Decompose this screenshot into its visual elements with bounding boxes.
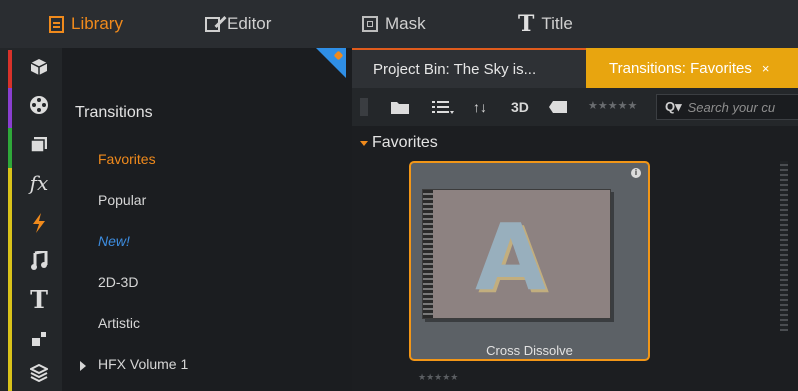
search-input[interactable]: Q▾ Search your cu: [656, 94, 798, 120]
sort-icon: ↑↓: [473, 99, 487, 115]
toolbar-grip[interactable]: [360, 98, 368, 116]
tag-button[interactable]: [549, 96, 567, 118]
category-new[interactable]: New!: [98, 233, 130, 249]
library-tab[interactable]: Library: [49, 0, 123, 48]
close-icon[interactable]: ×: [762, 61, 770, 76]
rail-stripe-yellow: [8, 168, 12, 391]
editor-tab[interactable]: Editor: [205, 0, 271, 48]
music-icon[interactable]: [28, 250, 50, 272]
montage-icon[interactable]: [28, 328, 50, 350]
title-tab[interactable]: T Title: [518, 0, 573, 48]
search-placeholder: Search your cu: [687, 99, 776, 115]
category-2d-3d[interactable]: 2D-3D: [98, 274, 138, 290]
package-icon[interactable]: [28, 56, 50, 78]
card-rating-stars[interactable]: ★★★★★: [418, 372, 458, 383]
title-tab-label: Title: [541, 14, 573, 33]
3d-filter-label: 3D: [511, 99, 529, 115]
title-icon: T: [518, 11, 535, 37]
tab-transitions-favorites[interactable]: Transitions: Favorites ×: [586, 48, 798, 88]
folder-button[interactable]: [390, 96, 410, 118]
edit-icon: [205, 16, 220, 32]
rail-stripe-red: [8, 50, 12, 88]
mask-tab[interactable]: Mask: [362, 0, 426, 48]
lightning-icon[interactable]: [28, 212, 50, 234]
bin-tab-bar: Project Bin: The Sky is... Transitions: …: [352, 48, 798, 88]
search-icon[interactable]: Q▾: [665, 99, 682, 115]
library-icon: [49, 15, 64, 33]
fx-icon[interactable]: fx: [28, 171, 50, 195]
mask-tab-label: Mask: [385, 14, 426, 33]
pin-corner-icon[interactable]: [316, 48, 346, 78]
film-reel-icon[interactable]: [28, 94, 50, 116]
editor-tab-label: Editor: [227, 14, 272, 33]
mask-icon: [362, 16, 378, 32]
rail-stripe-purple: [8, 88, 12, 128]
list-view-button[interactable]: [432, 96, 454, 118]
collapse-triangle-icon[interactable]: [360, 141, 368, 146]
transition-thumbnail: A: [422, 189, 611, 319]
rail-stripe-green: [8, 128, 12, 168]
3d-filter-button[interactable]: 3D: [511, 96, 529, 118]
bin-content: Favorites i A Cross Dissolve ★★★★★: [352, 126, 798, 391]
thumbnail-letter: A: [475, 204, 547, 311]
expand-triangle-icon[interactable]: [80, 361, 86, 371]
category-artistic[interactable]: Artistic: [98, 315, 140, 331]
filmstrip-edge: [423, 190, 433, 318]
category-icon-rail: fx T: [0, 48, 62, 391]
transition-card-cross-dissolve[interactable]: i A Cross Dissolve: [409, 161, 650, 361]
folder-icon: [391, 102, 409, 114]
panel-title: Transitions: [75, 104, 153, 121]
group-header[interactable]: Favorites: [372, 134, 438, 152]
list-icon: [432, 101, 454, 114]
tab-project-bin[interactable]: Project Bin: The Sky is...: [352, 48, 586, 88]
category-favorites[interactable]: Favorites: [98, 151, 156, 167]
transition-label: Cross Dissolve: [486, 343, 573, 358]
info-icon[interactable]: i: [631, 168, 641, 178]
rating-filter-stars[interactable]: ★★★★★: [588, 99, 637, 112]
category-popular[interactable]: Popular: [98, 192, 146, 208]
next-card-edge: [780, 161, 788, 331]
category-panel: Transitions Favorites Popular New! 2D-3D…: [62, 48, 352, 391]
main-menu-bar: Library Editor Mask T Title: [0, 0, 798, 49]
tag-icon: [549, 101, 567, 113]
title-T-icon[interactable]: T: [28, 285, 50, 314]
category-hfx-volume-1[interactable]: HFX Volume 1: [98, 356, 188, 372]
sort-button[interactable]: ↑↓: [473, 96, 487, 118]
tab-transitions-favorites-label: Transitions: Favorites: [609, 59, 752, 77]
bin-toolbar: ↑↓ 3D ★★★★★ Q▾ Search your cu: [352, 88, 798, 126]
tab-project-bin-label: Project Bin: The Sky is...: [373, 60, 537, 78]
library-tab-label: Library: [71, 14, 123, 33]
clips-icon[interactable]: [28, 134, 50, 156]
layers-icon[interactable]: [28, 362, 50, 384]
